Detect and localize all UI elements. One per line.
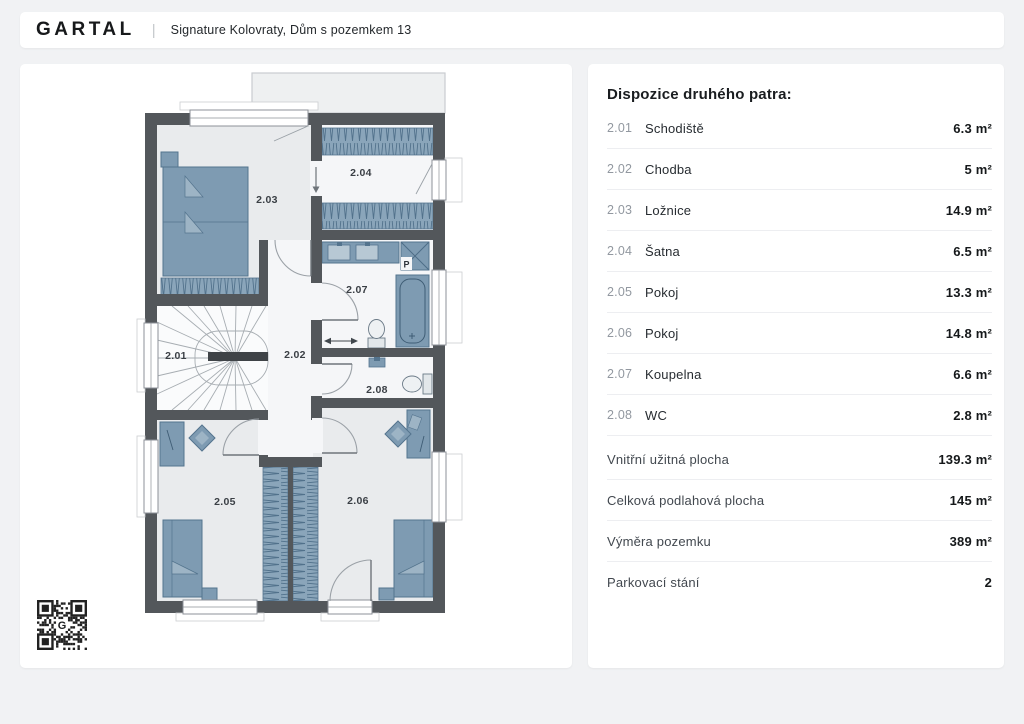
wardrobe-icon bbox=[293, 467, 318, 601]
room-row-202: 2.02 Chodba 5 m² bbox=[588, 149, 1004, 189]
room-label-206: 2.06 bbox=[347, 495, 369, 507]
room-name: Pokoj bbox=[645, 285, 946, 300]
room-code: 2.06 bbox=[607, 326, 645, 340]
room-name: Šatna bbox=[645, 244, 953, 259]
clothes-rack-icon bbox=[322, 128, 433, 155]
room-list: 2.01 Schodiště 6.3 m² 2.02 Chodba 5 m² 2… bbox=[588, 108, 1004, 436]
room-area: 13.3 m² bbox=[946, 285, 992, 300]
room-label-204: 2.04 bbox=[350, 167, 372, 179]
summary-label: Parkovací stání bbox=[607, 575, 985, 590]
room-list-panel: Dispozice druhého patra: 2.01 Schodiště … bbox=[588, 64, 1004, 668]
nightstand-icon bbox=[379, 588, 394, 600]
room-code: 2.01 bbox=[607, 121, 645, 135]
summary-list: Vnitřní užitná plocha 139.3 m² Celková p… bbox=[588, 439, 1004, 602]
summary-label: Výměra pozemku bbox=[607, 534, 950, 549]
room-area: 2.8 m² bbox=[953, 408, 992, 423]
room-code: 2.08 bbox=[607, 408, 645, 422]
room-name: Pokoj bbox=[645, 326, 946, 341]
summary-value: 145 m² bbox=[950, 493, 992, 508]
room-area: 6.6 m² bbox=[953, 367, 992, 382]
qr-code: G bbox=[37, 600, 87, 650]
room-label-202: 2.02 bbox=[284, 349, 306, 361]
summary-row-plot-area: Výměra pozemku 389 m² bbox=[588, 521, 1004, 561]
room-row-203: 2.03 Ložnice 14.9 m² bbox=[588, 190, 1004, 230]
room-area: 5 m² bbox=[964, 162, 992, 177]
room-area: 6.5 m² bbox=[953, 244, 992, 259]
bedroom-furniture bbox=[161, 152, 259, 297]
summary-row-parking: Parkovací stání 2 bbox=[588, 562, 1004, 602]
bed-icon bbox=[394, 520, 433, 597]
window-sill bbox=[445, 454, 462, 520]
floorplan-drawing: P bbox=[20, 64, 572, 668]
room-code: 2.04 bbox=[607, 244, 645, 258]
room-label-201: 2.01 bbox=[165, 350, 187, 362]
summary-value: 2 bbox=[985, 575, 992, 590]
clothes-rack-icon bbox=[322, 203, 433, 229]
nightstand-icon bbox=[202, 588, 217, 600]
summary-label: Celková podlahová plocha bbox=[607, 493, 950, 508]
room-row-207: 2.07 Koupelna 6.6 m² bbox=[588, 354, 1004, 394]
double-bed-icon bbox=[163, 167, 248, 276]
qr-letter: G bbox=[58, 620, 67, 632]
window-sill bbox=[445, 158, 462, 202]
summary-row-total-floor-area: Celková podlahová plocha 145 m² bbox=[588, 480, 1004, 520]
summary-value: 389 m² bbox=[950, 534, 992, 549]
room-label-203: 2.03 bbox=[256, 194, 278, 206]
room-name: Koupelna bbox=[645, 367, 953, 382]
room-code: 2.05 bbox=[607, 285, 645, 299]
room-row-201: 2.01 Schodiště 6.3 m² bbox=[588, 108, 1004, 148]
wardrobe-icon bbox=[263, 467, 288, 601]
room-name: WC bbox=[645, 408, 953, 423]
summary-row-usable-area: Vnitřní užitná plocha 139.3 m² bbox=[588, 439, 1004, 479]
room-label-205: 2.05 bbox=[214, 496, 236, 508]
room-area: 14.9 m² bbox=[946, 203, 992, 218]
room-row-206: 2.06 Pokoj 14.8 m² bbox=[588, 313, 1004, 353]
room-label-207: 2.07 bbox=[346, 284, 368, 296]
toilet-icon bbox=[368, 338, 385, 348]
summary-value: 139.3 m² bbox=[938, 452, 992, 467]
room-row-204: 2.04 Šatna 6.5 m² bbox=[588, 231, 1004, 271]
room-code: 2.02 bbox=[607, 162, 645, 176]
room-name: Schodiště bbox=[645, 121, 953, 136]
section-divider bbox=[607, 435, 992, 436]
room-area: 6.3 m² bbox=[953, 121, 992, 136]
brand-logo: GARTAL bbox=[36, 19, 135, 41]
window-sill bbox=[180, 102, 318, 110]
top-header-bar: GARTAL | Signature Kolovraty, Dům s poze… bbox=[20, 12, 1004, 48]
shower-mark: P bbox=[403, 260, 409, 270]
nightstand-icon bbox=[161, 152, 178, 167]
room-name: Chodba bbox=[645, 162, 964, 177]
window-sill bbox=[445, 272, 462, 343]
header-separator: | bbox=[152, 22, 156, 39]
panel-title: Dispozice druhého patra: bbox=[607, 86, 985, 103]
room-code: 2.03 bbox=[607, 203, 645, 217]
desk-icon bbox=[160, 422, 184, 466]
room-row-208: 2.08 WC 2.8 m² bbox=[588, 395, 1004, 435]
toilet-icon bbox=[423, 374, 432, 394]
summary-label: Vnitřní užitná plocha bbox=[607, 452, 938, 467]
sink-icon bbox=[356, 245, 378, 260]
room-name: Ložnice bbox=[645, 203, 946, 218]
floorplan-card: P bbox=[20, 64, 572, 668]
room-row-205: 2.05 Pokoj 13.3 m² bbox=[588, 272, 1004, 312]
room-label-208: 2.08 bbox=[366, 384, 388, 396]
page-subtitle: Signature Kolovraty, Dům s pozemkem 13 bbox=[171, 23, 412, 37]
room-code: 2.07 bbox=[607, 367, 645, 381]
sink-icon bbox=[328, 245, 350, 260]
room-area: 14.8 m² bbox=[946, 326, 992, 341]
bed-icon bbox=[163, 520, 202, 597]
stair-railing bbox=[208, 352, 268, 361]
